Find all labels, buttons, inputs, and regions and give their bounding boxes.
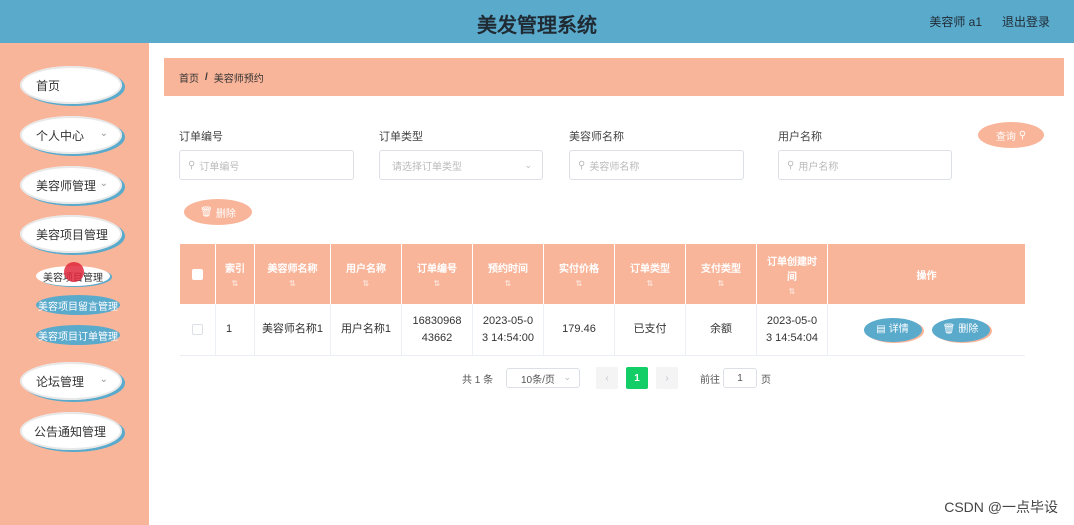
search-icon: ⚲ (1018, 129, 1027, 141)
sidebar-item-notice[interactable]: 公告通知管理 (20, 412, 122, 450)
trash-icon: 🗑 (200, 206, 213, 218)
sidebar-item-forum[interactable]: 论坛管理 ⌄ (20, 362, 122, 400)
top-header: 美发管理系统 美容师 a1 退出登录 (0, 0, 1074, 43)
order-no-label: 订单编号 (179, 131, 223, 143)
sidebar-item-home[interactable]: 首页 (20, 66, 122, 104)
search-icon: ⚲ (578, 159, 586, 171)
goto-prefix: 前往 (700, 374, 720, 386)
table-cell-actions: ▤ 详情 🗑 删除 (828, 304, 1025, 355)
table-row: 1 美容师名称1 用户名称1 16830968 43662 2023-05-0 3 … (180, 304, 1025, 356)
prev-page-button[interactable]: ‹ (596, 367, 618, 389)
column-header[interactable]: 索引 ⇅ (216, 244, 255, 304)
next-page-button[interactable]: › (656, 367, 678, 389)
chevron-down-icon: ⌄ (99, 128, 108, 139)
current-user: 美容师 a1 (929, 15, 982, 29)
column-header: 操作 (916, 270, 937, 282)
page-size-value: 10条/页 (521, 374, 555, 386)
table-cell: 2023-05-0 3 14:54:04 (757, 304, 828, 355)
detail-button[interactable]: ▤ 详情 (863, 317, 922, 342)
column-header[interactable]: 支付类型 ⇅ (686, 244, 757, 304)
sidebar-item-label: 论坛管理 (36, 374, 85, 389)
beautician-name-input[interactable]: ⚲ 美容师名称 (569, 150, 744, 180)
chevron-down-icon: ⌄ (99, 374, 108, 385)
breadcrumb-home[interactable]: 首页 (179, 70, 199, 85)
order-no-input[interactable]: ⚲ 订单编号 (179, 150, 354, 180)
row-checkbox[interactable] (180, 304, 216, 355)
column-header[interactable]: 预约时间 ⇅ (473, 244, 544, 304)
chevron-down-icon: ⌄ (524, 160, 532, 170)
row-delete-button[interactable]: 🗑 删除 (931, 317, 990, 342)
page-number[interactable]: 1 (626, 367, 648, 389)
page-size-select[interactable]: 10条/页 ⌄ (506, 368, 580, 388)
sidebar-item-profile[interactable]: 个人中心 ⌄ (20, 116, 122, 154)
search-button[interactable]: 查询 ⚲ (978, 122, 1044, 148)
breadcrumb-current: 美容师预约 (213, 73, 264, 85)
order-type-label: 订单类型 (379, 131, 423, 143)
search-button-label: 查询 (995, 131, 1016, 143)
sidebar-item-beautician[interactable]: 美容师管理 ⌄ (20, 166, 122, 204)
sidebar-item-label: 美容项目管理 (36, 227, 109, 242)
table-cell: 美容师名称1 (255, 304, 331, 355)
table-cell: 2023-05-0 3 14:54:00 (473, 304, 544, 355)
beautician-name-placeholder: 美容师名称 (589, 161, 640, 173)
select-all-checkbox[interactable] (180, 244, 216, 304)
logout-link[interactable]: 退出登录 (1002, 13, 1050, 30)
sidebar-item-label: 首页 (36, 78, 61, 93)
goto-page-input[interactable]: 1 (723, 368, 757, 388)
pagination-total: 共 1 条 (462, 374, 494, 386)
search-icon: ⚲ (787, 159, 795, 171)
goto-suffix: 页 (761, 374, 771, 386)
table-header: 索引 ⇅ 美容师名称 ⇅ 用户名称 ⇅ 订单编号 ⇅ 预约时间 ⇅ 实付价格 ⇅ 订单类型 ⇅… (180, 244, 1025, 304)
order-type-placeholder: 请选择订单类型 (392, 161, 462, 173)
batch-delete-button[interactable]: 🗑 删除 (184, 199, 252, 225)
cursor-pointer-icon (64, 262, 84, 282)
user-name-input[interactable]: ⚲ 用户名称 (778, 150, 952, 180)
detail-button-label: 详情 (888, 324, 909, 335)
user-name-label: 用户名称 (778, 131, 822, 143)
search-icon: ⚲ (188, 159, 196, 171)
breadcrumb-separator: / (205, 71, 208, 83)
column-header[interactable]: 订单编号 ⇅ (402, 244, 473, 304)
chevron-down-icon: ⌄ (563, 372, 571, 382)
order-type-select[interactable]: 请选择订单类型 ⌄ (379, 150, 543, 180)
sidebar-item-project[interactable]: 美容项目管理 (20, 215, 122, 253)
user-name-placeholder: 用户名称 (798, 161, 839, 173)
table-cell: 179.46 (544, 304, 615, 355)
table-cell: 1 (216, 304, 255, 355)
column-header[interactable]: 订单创建时间 ⇅ (757, 244, 828, 304)
delete-button-label: 删除 (215, 208, 236, 220)
table-cell: 用户名称1 (331, 304, 402, 355)
subitem-project-comments[interactable]: 美容项目留言管理 (36, 295, 120, 315)
table-cell: 余额 (686, 304, 757, 355)
column-header[interactable]: 美容师名称 ⇅ (255, 244, 331, 304)
beautician-name-label: 美容师名称 (569, 131, 624, 143)
document-icon: ▤ (876, 324, 886, 335)
chevron-down-icon: ⌄ (99, 178, 108, 189)
sidebar-item-label: 美容师管理 (36, 178, 97, 193)
column-header[interactable]: 实付价格 ⇅ (544, 244, 615, 304)
column-header[interactable]: 用户名称 ⇅ (331, 244, 402, 304)
delete-button-label: 删除 (958, 324, 979, 335)
sidebar-item-label: 个人中心 (36, 128, 85, 143)
breadcrumb: 首页 / 美容师预约 (164, 58, 1064, 96)
trash-icon: 🗑 (942, 324, 956, 335)
watermark: CSDN @一点毕设 (944, 499, 1058, 515)
column-header[interactable]: 订单类型 ⇅ (615, 244, 686, 304)
app-title: 美发管理系统 (477, 15, 597, 37)
order-no-placeholder: 订单编号 (199, 161, 240, 173)
table-cell: 已支付 (615, 304, 686, 355)
table-cell: 16830968 43662 (402, 304, 473, 355)
sidebar-item-label: 公告通知管理 (34, 424, 107, 439)
subitem-project-orders[interactable]: 美容项目订单管理 (36, 325, 120, 345)
